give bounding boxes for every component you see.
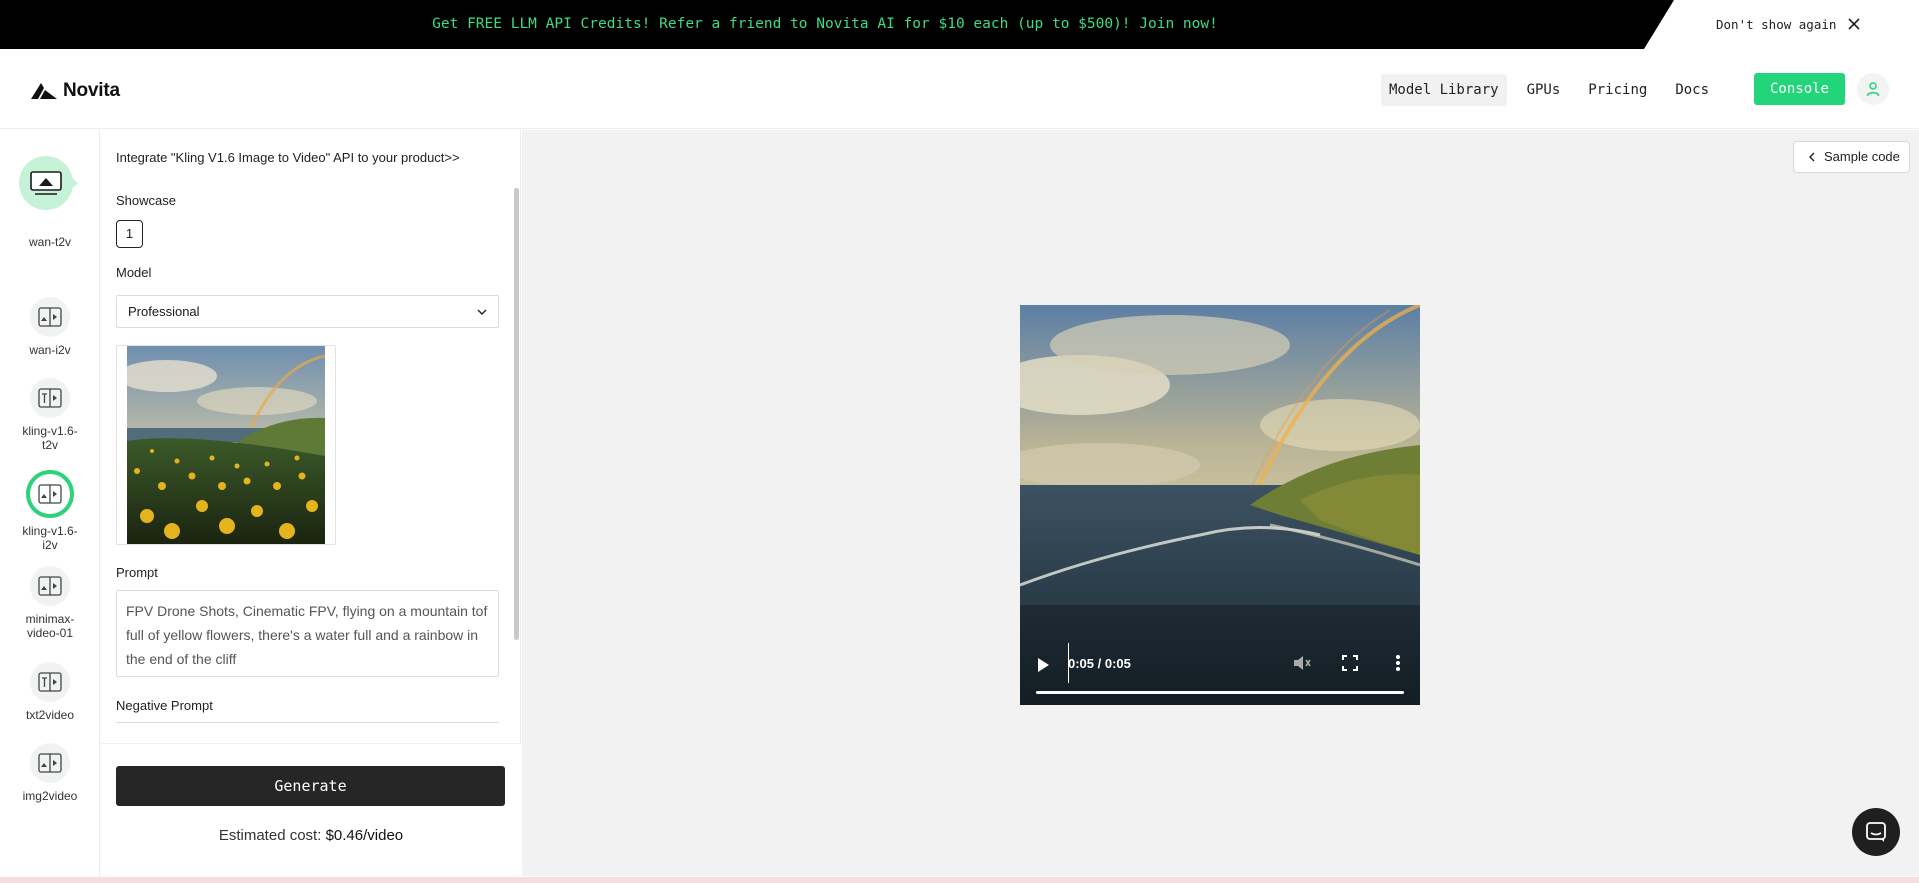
nav-gpus[interactable]: GPUs [1519, 74, 1569, 106]
console-button[interactable]: Console [1754, 73, 1845, 105]
prompt-textarea[interactable]: FPV Drone Shots, Cinematic FPV, flying o… [116, 590, 499, 677]
text-to-video-icon [30, 378, 70, 418]
rail-item-kling-v1-6-i2v[interactable]: kling-v1.6-i2v [0, 470, 99, 552]
rail-item-img2video[interactable]: img2video [0, 743, 99, 803]
input-image-upload[interactable] [116, 345, 336, 545]
fullscreen-icon[interactable] [1339, 652, 1361, 674]
video-player[interactable]: 0:05 / 0:05 [1020, 305, 1420, 705]
bottom-strip [0, 877, 1919, 883]
nav-pricing[interactable]: Pricing [1580, 74, 1655, 106]
prompt-label: Prompt [116, 565, 158, 580]
dont-show-again-link[interactable]: Don't show again [1716, 0, 1836, 49]
panel-footer [101, 743, 521, 883]
rail-item-kling-v1-6-t2v[interactable]: kling-v1.6-t2v [0, 378, 99, 452]
preview-area: Sample code 0:05 / 0:05 [522, 130, 1919, 876]
rail-item-txt2video[interactable]: txt2video [0, 662, 99, 722]
model-select-value: Professional [128, 304, 200, 319]
rail-item-label: txt2video [25, 708, 75, 722]
play-icon[interactable] [1026, 648, 1060, 682]
model-label: Model [116, 265, 152, 280]
user-icon[interactable] [1857, 73, 1889, 105]
chevron-left-icon [1809, 152, 1815, 162]
showcase-label: Showcase [116, 193, 176, 208]
more-options-icon[interactable] [1387, 652, 1409, 674]
rail-item-label: minimax-video-01 [25, 612, 75, 640]
estimated-cost: Estimated cost: $0.46/video [101, 827, 521, 844]
showcase-item-button[interactable]: 1 [116, 220, 143, 248]
rail-item-label: img2video [22, 789, 78, 803]
promo-banner-text[interactable]: Get FREE LLM API Credits! Refer a friend… [0, 0, 1650, 49]
chevron-down-icon [477, 309, 487, 315]
config-panel: Integrate "Kling V1.6 Image to Video" AP… [101, 130, 521, 883]
logo[interactable]: Novita [31, 80, 120, 102]
rail-item-wan-t2v[interactable]: wan-t2v [0, 185, 99, 249]
video-progress-bar[interactable] [1036, 691, 1404, 694]
logo-text: Novita [63, 80, 120, 101]
image-to-video-icon [26, 470, 74, 518]
video-controls: 0:05 / 0:05 [1020, 635, 1420, 705]
model-select[interactable]: Professional [116, 295, 499, 328]
cost-value: $0.46/video [325, 827, 404, 844]
promo-banner: Get FREE LLM API Credits! Refer a friend… [0, 0, 1919, 49]
text-to-video-icon [30, 662, 70, 702]
rail-item-minimax-video-01[interactable]: minimax-video-01 [0, 566, 99, 640]
image-to-video-icon [30, 297, 70, 337]
nav-model-library[interactable]: Model Library [1381, 74, 1507, 106]
negative-prompt-textarea[interactable] [116, 722, 499, 730]
sample-code-label: Sample code [1824, 149, 1900, 164]
video-time: 0:05 / 0:05 [1068, 656, 1131, 671]
model-rail: wan-t2v wan-i2v kling-v1.6-t2v kling-v1.… [0, 130, 100, 883]
rail-item-wan-i2v[interactable]: wan-i2v [0, 297, 99, 357]
rail-item-label: wan-i2v [29, 343, 71, 357]
input-image-thumbnail [127, 346, 325, 544]
nav-docs[interactable]: Docs [1667, 74, 1717, 106]
sample-code-button[interactable]: Sample code [1793, 141, 1910, 173]
panel-scrollbar[interactable] [514, 188, 519, 640]
top-header: Novita Model Library GPUs Pricing Docs C… [0, 49, 1919, 129]
chat-support-icon[interactable] [1852, 808, 1900, 856]
close-icon[interactable] [1844, 14, 1864, 34]
volume-icon[interactable] [1291, 652, 1313, 674]
image-to-video-icon [30, 743, 70, 783]
integrate-api-link[interactable]: Integrate "Kling V1.6 Image to Video" AP… [116, 150, 460, 165]
main-nav: Model Library GPUs Pricing Docs [1381, 74, 1729, 106]
novita-logo-icon [31, 83, 57, 99]
negative-prompt-label: Negative Prompt [116, 698, 213, 713]
rail-item-label: kling-v1.6-t2v [22, 424, 78, 452]
generate-button[interactable]: Generate [116, 766, 505, 806]
rail-item-label: wan-t2v [28, 235, 72, 249]
cost-label: Estimated cost: [218, 827, 322, 844]
rail-item-label: kling-v1.6-i2v [22, 524, 78, 552]
image-to-video-icon [30, 566, 70, 606]
